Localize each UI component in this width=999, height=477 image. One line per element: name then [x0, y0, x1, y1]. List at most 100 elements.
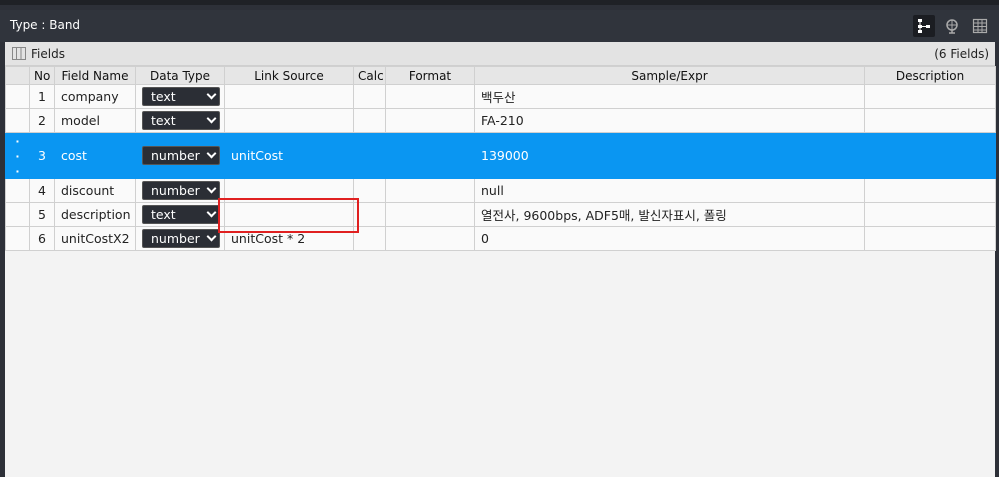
data-type-select[interactable]: text — [142, 87, 220, 106]
description-cell[interactable] — [864, 84, 996, 109]
data-type-cell: number — [135, 178, 225, 203]
tree-icon[interactable] — [913, 15, 935, 37]
table-row-selected[interactable]: · · · 3 cost number unitCost 139000 — [5, 132, 996, 179]
data-type-select[interactable]: text — [142, 205, 220, 224]
drag-handle-icon[interactable]: · · · — [15, 135, 19, 178]
data-type-cell: text — [135, 202, 225, 227]
fields-panel: Fields (6 Fields) No Field Name Data Typ… — [5, 42, 996, 477]
title-bar: Type : Band — [0, 10, 999, 42]
description-cell[interactable] — [864, 132, 996, 179]
header-sample[interactable]: Sample/Expr — [474, 66, 865, 85]
description-cell[interactable] — [864, 108, 996, 133]
row-no: 4 — [29, 178, 55, 203]
chevron-down-icon — [206, 183, 217, 194]
row-drag-handle[interactable] — [5, 84, 30, 109]
format-cell[interactable] — [385, 132, 475, 179]
field-name-cell[interactable]: cost — [54, 132, 136, 179]
calc-cell[interactable] — [353, 84, 386, 109]
sample-cell[interactable]: null — [474, 178, 865, 203]
row-no: 6 — [29, 226, 55, 251]
table-row[interactable]: 1 company text 백두산 — [5, 84, 996, 109]
sample-cell[interactable]: FA-210 — [474, 108, 865, 133]
header-description[interactable]: Description — [864, 66, 996, 85]
field-name-cell[interactable]: company — [54, 84, 136, 109]
field-name-cell[interactable]: unitCostX2 — [54, 226, 136, 251]
header-row: No Field Name Data Type Link Source Calc… — [5, 66, 996, 85]
link-source-cell[interactable] — [224, 108, 354, 133]
band-type-window: Type : Band Fields (6 Fields) No Field N… — [0, 0, 999, 477]
window-title: Type : Band — [10, 18, 81, 32]
link-source-cell[interactable] — [224, 202, 354, 227]
row-drag-handle[interactable]: · · · — [5, 132, 30, 179]
chevron-down-icon — [206, 113, 217, 124]
calc-cell[interactable] — [353, 178, 386, 203]
calc-cell[interactable] — [353, 202, 386, 227]
data-type-select[interactable]: number — [142, 181, 220, 200]
chevron-down-icon — [206, 89, 217, 100]
calc-cell[interactable] — [353, 226, 386, 251]
link-source-cell[interactable]: unitCost — [224, 132, 354, 179]
row-drag-handle[interactable] — [5, 226, 30, 251]
row-no: 2 — [29, 108, 55, 133]
data-type-select[interactable]: number — [142, 146, 220, 165]
data-type-cell: text — [135, 108, 225, 133]
sample-cell[interactable]: 139000 — [474, 132, 865, 179]
format-cell[interactable] — [385, 178, 475, 203]
fields-header: Fields (6 Fields) — [5, 42, 995, 66]
data-type-value: number — [151, 183, 200, 198]
columns-icon — [12, 47, 26, 64]
data-type-value: number — [151, 148, 200, 163]
field-name-cell[interactable]: description — [54, 202, 136, 227]
field-name-cell[interactable]: discount — [54, 178, 136, 203]
description-cell[interactable] — [864, 178, 996, 203]
row-no: 5 — [29, 202, 55, 227]
data-type-value: text — [151, 207, 176, 222]
view-toolbar — [913, 15, 991, 37]
link-source-cell[interactable] — [224, 178, 354, 203]
globe-icon[interactable] — [941, 15, 963, 37]
header-field-name[interactable]: Field Name — [54, 66, 136, 85]
link-source-cell[interactable]: unitCost * 2 — [224, 226, 354, 251]
data-type-cell: number — [135, 132, 225, 179]
row-drag-handle[interactable] — [5, 108, 30, 133]
description-cell[interactable] — [864, 226, 996, 251]
header-data-type[interactable]: Data Type — [135, 66, 225, 85]
chevron-down-icon — [206, 231, 217, 242]
table-row[interactable]: 2 model text FA-210 — [5, 108, 996, 133]
row-no: 1 — [29, 84, 55, 109]
chevron-down-icon — [206, 148, 217, 159]
header-calc[interactable]: Calc — [353, 66, 386, 85]
header-format[interactable]: Format — [385, 66, 475, 85]
table-row[interactable]: 5 description text 열전사, 9600bps, ADF5매, … — [5, 202, 996, 227]
format-cell[interactable] — [385, 108, 475, 133]
link-source-cell[interactable] — [224, 84, 354, 109]
sample-cell[interactable]: 백두산 — [474, 84, 865, 109]
description-cell[interactable] — [864, 202, 996, 227]
data-type-value: text — [151, 89, 176, 104]
row-drag-handle[interactable] — [5, 202, 30, 227]
calc-cell[interactable] — [353, 108, 386, 133]
fields-label: Fields — [31, 47, 65, 61]
data-type-cell: text — [135, 84, 225, 109]
calc-cell[interactable] — [353, 132, 386, 179]
field-name-cell[interactable]: model — [54, 108, 136, 133]
row-drag-handle[interactable] — [5, 178, 30, 203]
format-cell[interactable] — [385, 226, 475, 251]
sample-cell[interactable]: 0 — [474, 226, 865, 251]
data-type-select[interactable]: text — [142, 111, 220, 130]
fields-count: (6 Fields) — [934, 47, 989, 61]
data-type-value: number — [151, 231, 200, 246]
table-row[interactable]: 4 discount number null — [5, 178, 996, 203]
format-cell[interactable] — [385, 202, 475, 227]
table-row[interactable]: 6 unitCostX2 number unitCost * 2 0 — [5, 226, 996, 251]
data-type-value: text — [151, 113, 176, 128]
data-type-select[interactable]: number — [142, 229, 220, 248]
header-no[interactable]: No — [29, 66, 55, 85]
header-link-source[interactable]: Link Source — [224, 66, 354, 85]
sample-cell[interactable]: 열전사, 9600bps, ADF5매, 발신자표시, 폴링 — [474, 202, 865, 227]
fields-table: No Field Name Data Type Link Source Calc… — [5, 66, 996, 251]
format-cell[interactable] — [385, 84, 475, 109]
table-icon[interactable] — [969, 15, 991, 37]
header-drag — [5, 66, 30, 85]
row-no: 3 — [29, 132, 55, 179]
